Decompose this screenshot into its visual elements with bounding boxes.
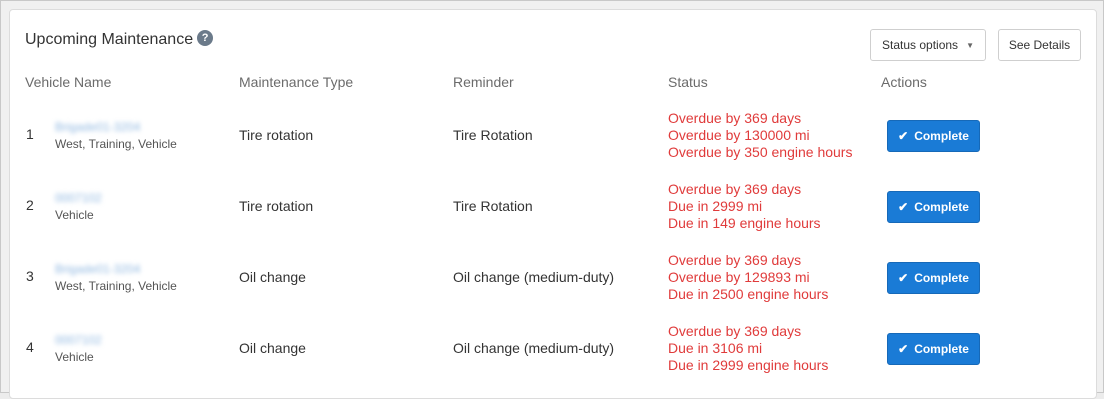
check-icon: ✔: [898, 129, 909, 143]
page-title: Upcoming Maintenance: [25, 31, 194, 48]
check-icon: ✔: [898, 271, 909, 285]
table-row: 2 0007102 Vehicle Tire rotation Tire Rot…: [10, 172, 1098, 243]
vehicle-groups: Vehicle: [55, 350, 94, 364]
status-line: Overdue by 369 days: [668, 110, 802, 126]
status-list: Overdue by 369 days Due in 2999 mi Due i…: [668, 181, 821, 232]
column-header-reminder: Reminder: [453, 74, 514, 90]
vehicle-groups: Vehicle: [55, 208, 94, 222]
complete-button[interactable]: ✔ Complete: [887, 120, 980, 152]
status-line: Due in 2999 mi: [668, 198, 763, 214]
vehicle-name-link[interactable]: Brigade01-3204: [55, 120, 140, 134]
complete-button[interactable]: ✔ Complete: [887, 262, 980, 294]
status-line: Due in 2999 engine hours: [668, 357, 829, 373]
complete-label: Complete: [914, 200, 969, 214]
row-number: 4: [26, 339, 34, 355]
see-details-label: See Details: [1008, 38, 1071, 52]
complete-label: Complete: [914, 129, 969, 143]
see-details-button[interactable]: See Details: [998, 29, 1081, 61]
status-list: Overdue by 369 days Due in 3106 mi Due i…: [668, 323, 828, 374]
column-header-actions: Actions: [881, 74, 927, 90]
status-line: Overdue by 369 days: [668, 252, 802, 268]
status-line: Due in 2500 engine hours: [668, 286, 829, 302]
status-list: Overdue by 369 days Overdue by 130000 mi…: [668, 110, 852, 161]
complete-label: Complete: [914, 271, 969, 285]
status-line: Overdue by 369 days: [668, 323, 802, 339]
maintenance-type: Tire rotation: [239, 198, 314, 214]
card-title-wrap: Upcoming Maintenance ?: [25, 30, 214, 49]
vehicle-groups: West, Training, Vehicle: [55, 137, 177, 151]
table-row: 1 Brigade01-3204 West, Training, Vehicle…: [10, 101, 1098, 172]
status-line: Overdue by 130000 mi: [668, 127, 810, 143]
status-list: Overdue by 369 days Overdue by 129893 mi…: [668, 252, 828, 303]
status-options-dropdown[interactable]: Status options ▼: [870, 29, 986, 61]
row-number: 1: [26, 126, 34, 142]
maintenance-type: Tire rotation: [239, 127, 314, 143]
reminder: Tire Rotation: [453, 198, 533, 214]
maintenance-card: Upcoming Maintenance ? Status options ▼ …: [9, 9, 1097, 399]
maintenance-type: Oil change: [239, 269, 306, 285]
table-row: 4 0007102 Vehicle Oil change Oil change …: [10, 314, 1098, 385]
status-line: Due in 3106 mi: [668, 340, 763, 356]
reminder: Oil change (medium-duty): [453, 269, 615, 285]
vehicle-groups: West, Training, Vehicle: [55, 279, 177, 293]
complete-label: Complete: [914, 342, 969, 356]
check-icon: ✔: [898, 342, 909, 356]
check-icon: ✔: [898, 200, 909, 214]
complete-button[interactable]: ✔ Complete: [887, 191, 980, 223]
column-header-status: Status: [668, 74, 708, 90]
reminder: Tire Rotation: [453, 127, 533, 143]
status-line: Overdue by 350 engine hours: [668, 144, 853, 160]
table-row: 3 Brigade01-3204 West, Training, Vehicle…: [10, 243, 1098, 314]
window-frame: Upcoming Maintenance ? Status options ▼ …: [0, 0, 1104, 399]
caret-down-icon: ▼: [966, 40, 974, 50]
status-line: Due in 149 engine hours: [668, 215, 821, 231]
help-icon[interactable]: ?: [197, 30, 214, 46]
maintenance-type: Oil change: [239, 340, 306, 356]
status-options-label: Status options: [882, 38, 959, 52]
status-line: Overdue by 369 days: [668, 181, 802, 197]
vehicle-name-link[interactable]: 0007102: [55, 333, 102, 347]
row-number: 3: [26, 268, 34, 284]
column-header-vehicle-name: Vehicle Name: [25, 74, 112, 90]
complete-button[interactable]: ✔ Complete: [887, 333, 980, 365]
status-line: Overdue by 129893 mi: [668, 269, 810, 285]
vehicle-name-link[interactable]: Brigade01-3204: [55, 262, 140, 276]
row-number: 2: [26, 197, 34, 213]
column-header-maintenance-type: Maintenance Type: [239, 74, 354, 90]
vehicle-name-link[interactable]: 0007102: [55, 191, 102, 205]
reminder: Oil change (medium-duty): [453, 340, 615, 356]
